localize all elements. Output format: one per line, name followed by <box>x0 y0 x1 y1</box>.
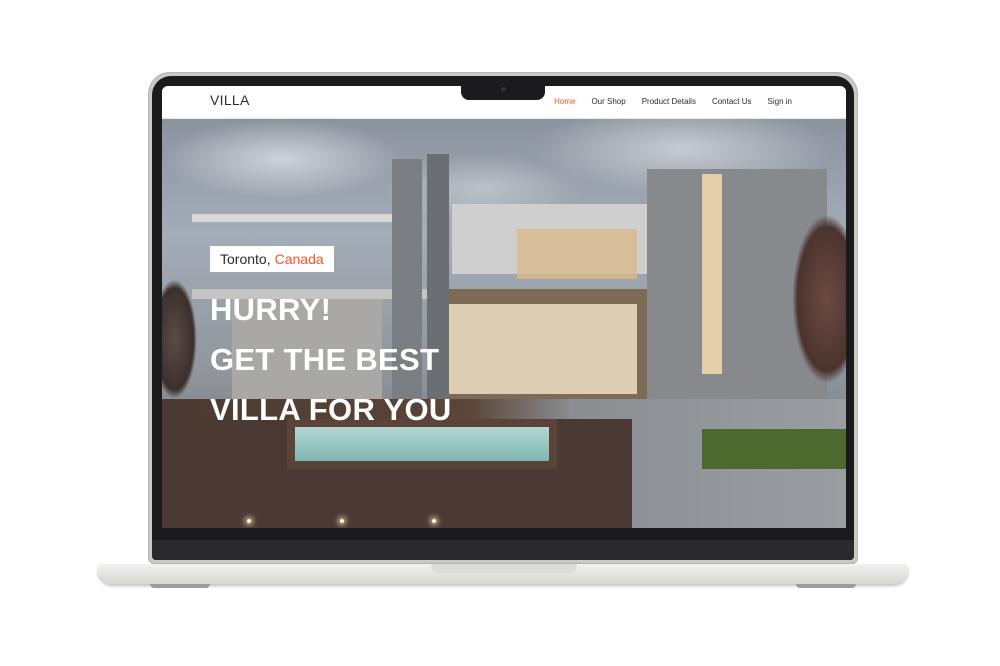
villa-roof-left <box>192 214 392 222</box>
deck-lamp <box>432 519 436 523</box>
laptop-base-notch <box>431 564 577 573</box>
location-country: Canada <box>274 251 324 267</box>
nav-item-product-details[interactable]: Product Details <box>642 97 696 106</box>
headline-line: VILLA FOR YOU <box>210 392 452 427</box>
villa-lawn <box>702 429 846 469</box>
deck-lamp <box>247 519 251 523</box>
nav-item-our-shop[interactable]: Our Shop <box>591 97 625 106</box>
laptop-foot-left <box>150 584 210 588</box>
villa-ground-window <box>447 304 637 394</box>
hero-headline: HURRY! GET THE BEST VILLA FOR YOU <box>210 285 452 435</box>
villa-tower-light <box>702 174 722 374</box>
deck-lamp <box>340 519 344 523</box>
villa-upper-window <box>517 229 637 279</box>
tree-left <box>162 279 197 399</box>
camera-icon <box>501 87 506 92</box>
laptop-screen: VILLA Home Our Shop Product Details Cont… <box>162 86 846 528</box>
location-badge: Toronto, Canada <box>210 246 334 272</box>
headline-line: GET THE BEST <box>210 342 440 377</box>
nav-item-sign-in[interactable]: Sign in <box>768 97 792 106</box>
nav-item-contact-us[interactable]: Contact Us <box>712 97 752 106</box>
main-nav: Home Our Shop Product Details Contact Us… <box>554 97 792 106</box>
laptop-chin <box>152 540 854 560</box>
site-logo[interactable]: VILLA <box>210 92 250 108</box>
location-city: Toronto, <box>220 251 271 267</box>
tree-right <box>792 214 846 384</box>
headline-line: HURRY! <box>210 292 332 327</box>
hero-banner: Toronto, Canada HURRY! GET THE BEST VILL… <box>162 119 846 528</box>
nav-item-home[interactable]: Home <box>554 97 575 106</box>
laptop-foot-right <box>796 584 856 588</box>
